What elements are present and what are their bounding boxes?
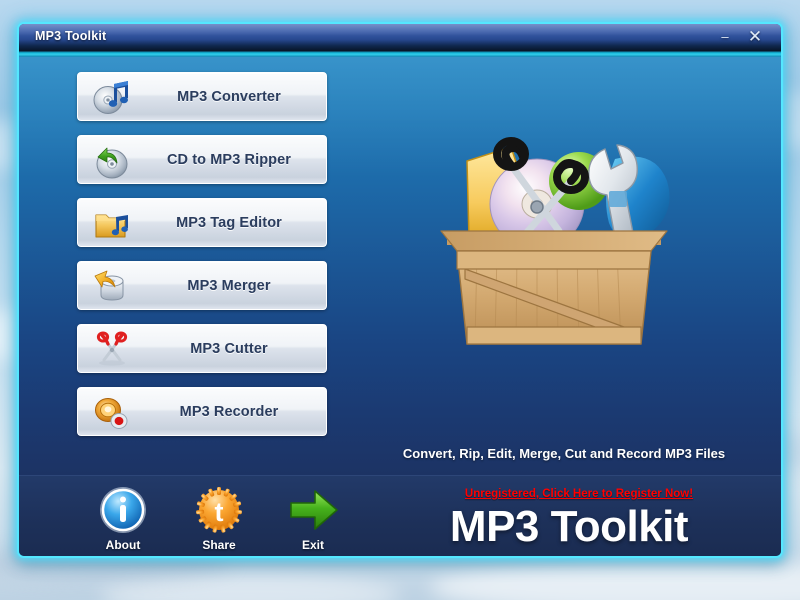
cd-green-arrow-icon	[92, 141, 132, 180]
svg-text:t: t	[215, 497, 224, 527]
application-window: MP3 Toolkit – ✕	[17, 22, 783, 558]
mp3-converter-button[interactable]: MP3 Converter	[77, 72, 327, 121]
mp3-tag-editor-button[interactable]: MP3 Tag Editor	[77, 198, 327, 247]
feature-button-label: MP3 Tag Editor	[140, 199, 318, 246]
cloud-decoration	[100, 575, 400, 600]
mp3-merger-button[interactable]: MP3 Merger	[77, 261, 327, 310]
feature-button-list: MP3 Converter	[77, 72, 327, 450]
share-label: Share	[177, 538, 261, 552]
minimize-button[interactable]: –	[715, 28, 735, 46]
feature-button-label: MP3 Cutter	[140, 325, 318, 372]
cd-to-mp3-ripper-button[interactable]: CD to MP3 Ripper	[77, 135, 327, 184]
exit-button[interactable]: Exit	[271, 484, 355, 552]
close-button[interactable]: ✕	[745, 28, 765, 46]
titlebar-sheen	[19, 24, 781, 36]
feature-button-label: MP3 Recorder	[140, 388, 318, 435]
register-link[interactable]: Unregistered, Click Here to Register Now…	[399, 488, 759, 500]
footer-bar: About	[19, 475, 781, 558]
title-bar: MP3 Toolkit – ✕	[19, 24, 781, 51]
microphone-record-icon	[92, 393, 132, 432]
main-panel: MP3 Converter	[19, 57, 781, 475]
red-scissors-icon	[92, 330, 132, 369]
cd-music-note-icon	[92, 78, 132, 117]
feature-button-label: MP3 Merger	[140, 262, 318, 309]
green-arrow-right-icon	[271, 484, 355, 536]
window-title: MP3 Toolkit	[35, 29, 106, 43]
folder-music-note-icon	[92, 204, 132, 243]
brand-title: MP3 Toolkit	[379, 502, 759, 552]
share-starburst-icon: t	[177, 484, 261, 536]
share-button[interactable]: t Share	[177, 484, 261, 552]
about-label: About	[81, 538, 165, 552]
mp3-cutter-button[interactable]: MP3 Cutter	[77, 324, 327, 373]
disc-stack-yellow-arrow-icon	[92, 267, 132, 306]
toolbox-crate-illustration	[419, 119, 689, 349]
mp3-recorder-button[interactable]: MP3 Recorder	[77, 387, 327, 436]
feature-button-label: MP3 Converter	[140, 73, 318, 120]
info-circle-icon	[81, 484, 165, 536]
tagline-text: Convert, Rip, Edit, Merge, Cut and Recor…	[389, 446, 739, 461]
cloud-decoration	[430, 560, 800, 600]
about-button[interactable]: About	[81, 484, 165, 552]
exit-label: Exit	[271, 538, 355, 552]
feature-button-label: CD to MP3 Ripper	[140, 136, 318, 183]
